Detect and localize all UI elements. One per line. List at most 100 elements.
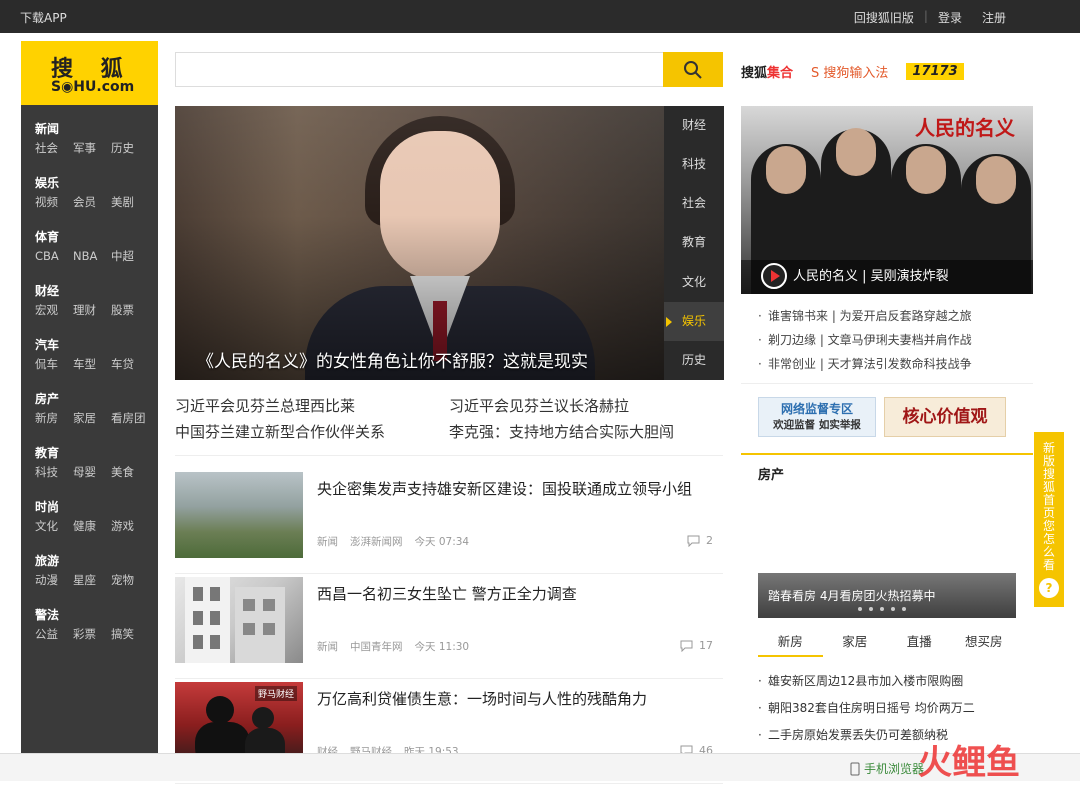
nav-sub-link[interactable]: 搞笑 xyxy=(111,625,149,643)
nav-sub-link[interactable]: 母婴 xyxy=(73,463,111,481)
nav-sub-link[interactable]: 美剧 xyxy=(111,193,149,211)
feedback-side-tab[interactable]: 新版搜狐首页您怎么看 ? xyxy=(1034,432,1064,607)
comment-count[interactable]: 17 xyxy=(680,639,713,652)
nav-sub-link[interactable]: CBA xyxy=(35,247,73,265)
nav-sub-link[interactable]: 理财 xyxy=(73,301,111,319)
sogou-input-logo[interactable]: S 搜狗输入法 xyxy=(811,62,888,81)
nav-sub-link[interactable]: 社会 xyxy=(35,139,73,157)
nav-group: 娱乐 视频 会员 美剧 xyxy=(35,173,158,227)
nav-group-title[interactable]: 财经 xyxy=(35,281,158,301)
news-item[interactable]: 西昌一名初三女生坠亡 警方正全力调查 新闻 中国青年网 今天 11:30 17 xyxy=(175,575,723,679)
nav-group-title[interactable]: 新闻 xyxy=(35,119,158,139)
news-thumbnail[interactable] xyxy=(175,472,303,558)
nav-group-title[interactable]: 旅游 xyxy=(35,551,158,571)
register-link[interactable]: 注册 xyxy=(972,9,1016,26)
17173-logo[interactable]: 17173 xyxy=(906,62,964,80)
nav-sub-link[interactable]: 股票 xyxy=(111,301,149,319)
news-channel[interactable]: 新闻 xyxy=(317,534,338,549)
nav-sub-link[interactable]: 车型 xyxy=(73,355,111,373)
nav-group-title[interactable]: 房产 xyxy=(35,389,158,409)
nav-group-title[interactable]: 时尚 xyxy=(35,497,158,517)
hero-channel-tab[interactable]: 历史 xyxy=(664,341,724,380)
search-button[interactable] xyxy=(663,52,723,87)
nav-sub-link[interactable]: 中超 xyxy=(111,247,149,265)
hero-channel-tab[interactable]: 财经 xyxy=(664,106,724,145)
nav-sub-link[interactable]: 动漫 xyxy=(35,571,73,589)
news-title[interactable]: 西昌一名初三女生坠亡 警方正全力调查 xyxy=(317,583,577,604)
mobile-browser-link[interactable]: 手机浏览器 xyxy=(850,760,924,777)
nav-sub-link[interactable]: 看房团 xyxy=(111,409,149,427)
nav-sub-link[interactable]: 公益 xyxy=(35,625,73,643)
news-channel[interactable]: 新闻 xyxy=(317,639,338,654)
sohu-logo[interactable]: 搜 狐 S◉HU.com xyxy=(21,41,158,105)
nav-sub-link[interactable]: NBA xyxy=(73,247,111,265)
nav-sub-link[interactable]: 历史 xyxy=(111,139,149,157)
supervision-banner[interactable]: 网络监督专区 欢迎监督 如实举报 xyxy=(758,397,876,437)
nav-sub-link[interactable]: 军事 xyxy=(73,139,111,157)
news-time: 今天 07:34 xyxy=(414,536,470,548)
nav-group-title[interactable]: 警法 xyxy=(35,605,158,625)
nav-sub-link[interactable]: 侃车 xyxy=(35,355,73,373)
headline-link[interactable]: 习近平会见芬兰总理西比莱 xyxy=(175,393,449,419)
nav-sub-link[interactable]: 科技 xyxy=(35,463,73,481)
play-icon[interactable] xyxy=(761,263,787,289)
sohu-collection-logo[interactable]: 搜狐集合 xyxy=(741,62,793,81)
headline-link[interactable]: 中国芬兰建立新型合作伙伴关系 xyxy=(175,419,449,445)
core-values-banner[interactable]: 核心价值观 xyxy=(884,397,1006,437)
old-version-link[interactable]: 回搜狐旧版 xyxy=(844,9,924,26)
nav-group-title[interactable]: 体育 xyxy=(35,227,158,247)
right-featured-video[interactable]: 人民的名义 人民的名义 | 吴刚演技炸裂 xyxy=(741,106,1033,294)
slide-dot[interactable] xyxy=(902,607,906,611)
video-link[interactable]: 非常创业 | 天才算法引发数命科技战争 xyxy=(758,352,1033,376)
video-link[interactable]: 剃刀边缘 | 文章马伊琍夫妻档并肩作战 xyxy=(758,328,1033,352)
nav-sub-link[interactable]: 新房 xyxy=(35,409,73,427)
slide-dot[interactable] xyxy=(869,607,873,611)
nav-group-title[interactable]: 娱乐 xyxy=(35,173,158,193)
hero-channel-tab[interactable]: 文化 xyxy=(664,263,724,302)
headline-link[interactable]: 习近平会见芬兰议长洛赫拉 xyxy=(449,393,723,419)
real-estate-tab[interactable]: 新房 xyxy=(758,627,823,657)
real-estate-slide[interactable]: 踏春看房 4月看房团火热招募中 xyxy=(758,573,1016,618)
hero-slide[interactable]: 《人民的名义》的女性角色让你不舒服？这就是现实 xyxy=(175,106,664,380)
login-link[interactable]: 登录 xyxy=(928,9,972,26)
real-estate-tab[interactable]: 想买房 xyxy=(952,627,1017,657)
hero-channel-tab[interactable]: 教育 xyxy=(664,223,724,262)
nav-sub-link[interactable]: 家居 xyxy=(73,409,111,427)
partner-logos: 搜狐集合 S 搜狗输入法 17173 xyxy=(741,52,1031,90)
real-estate-link[interactable]: 雄安新区周边12县市加入楼市限购圈 xyxy=(758,668,1016,695)
real-estate-tab[interactable]: 家居 xyxy=(823,627,888,657)
search-icon xyxy=(684,60,702,79)
news-title[interactable]: 万亿高利贷催债生意：一场时间与人性的残酷角力 xyxy=(317,688,647,709)
nav-sub-link[interactable]: 健康 xyxy=(73,517,111,535)
download-app-link[interactable]: 下载APP xyxy=(20,9,67,26)
nav-group-title[interactable]: 汽车 xyxy=(35,335,158,355)
news-title[interactable]: 央企密集发声支持雄安新区建设：国投联通成立领导小组 xyxy=(317,478,692,499)
nav-group-title[interactable]: 教育 xyxy=(35,443,158,463)
hero-channel-tab[interactable]: 科技 xyxy=(664,145,724,184)
headline-link[interactable]: 李克强：支持地方结合实际大胆闯 xyxy=(449,419,723,445)
nav-sub-link[interactable]: 视频 xyxy=(35,193,73,211)
comment-count[interactable]: 2 xyxy=(687,534,713,547)
nav-sub-link[interactable]: 美食 xyxy=(111,463,149,481)
real-estate-link[interactable]: 朝阳382套自住房明日摇号 均价两万二 xyxy=(758,695,1016,722)
nav-sub-link[interactable]: 车贷 xyxy=(111,355,149,373)
search-input[interactable] xyxy=(176,53,664,86)
video-link[interactable]: 谁害锦书来 | 为爱开启反套路穿越之旅 xyxy=(758,304,1033,328)
nav-sub-link[interactable]: 会员 xyxy=(73,193,111,211)
hero-channel-tab[interactable]: 娱乐 xyxy=(664,301,724,341)
nav-sub-link[interactable]: 星座 xyxy=(73,571,111,589)
news-thumbnail[interactable] xyxy=(175,577,303,663)
nav-sub-link[interactable]: 彩票 xyxy=(73,625,111,643)
nav-sub-link[interactable]: 文化 xyxy=(35,517,73,535)
nav-sub-link[interactable]: 宏观 xyxy=(35,301,73,319)
slide-dot[interactable] xyxy=(858,607,862,611)
nav-sub-link[interactable]: 宠物 xyxy=(111,571,149,589)
hero-caption[interactable]: 《人民的名义》的女性角色让你不舒服？这就是现实 xyxy=(197,347,588,372)
news-item[interactable]: 央企密集发声支持雄安新区建设：国投联通成立领导小组 新闻 澎湃新闻网 今天 07… xyxy=(175,470,723,574)
slide-dot[interactable] xyxy=(891,607,895,611)
nav-sub-link[interactable]: 游戏 xyxy=(111,517,149,535)
section-title[interactable]: 房产 xyxy=(758,464,784,483)
hero-channel-tab[interactable]: 社会 xyxy=(664,184,724,223)
real-estate-tab[interactable]: 直播 xyxy=(887,627,952,657)
slide-dot[interactable] xyxy=(880,607,884,611)
